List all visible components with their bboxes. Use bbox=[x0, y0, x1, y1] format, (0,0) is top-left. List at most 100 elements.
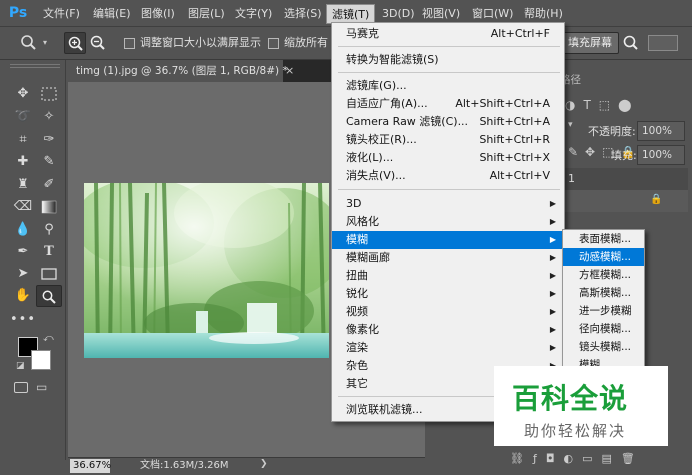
search-icon[interactable] bbox=[620, 32, 642, 54]
submenu-item-surface-blur[interactable]: 表面模糊... bbox=[563, 230, 644, 248]
zoom-all-label: 缩放所有 bbox=[284, 36, 328, 49]
document-tab[interactable]: timg (1).jpg @ 36.7% (图层 1, RGB/8#) * bbox=[68, 60, 288, 82]
background-color-swatch[interactable] bbox=[31, 350, 51, 370]
dodge-tool-icon[interactable]: ⚲ bbox=[36, 220, 62, 240]
photoshop-logo[interactable]: Ps bbox=[6, 4, 30, 23]
menu-item-video[interactable]: 视频 ▶ bbox=[332, 303, 564, 321]
resize-windows-label: 调整窗口大小以满屏显示 bbox=[140, 36, 261, 49]
healing-brush-icon[interactable]: ✚ bbox=[10, 152, 36, 172]
menu-item-stylize[interactable]: 风格化 ▶ bbox=[332, 213, 564, 231]
fill-field[interactable]: 100% bbox=[637, 145, 685, 165]
menu-item-distort[interactable]: 扭曲 ▶ bbox=[332, 267, 564, 285]
menu-separator bbox=[338, 72, 560, 73]
lasso-tool-icon[interactable]: ➰ bbox=[10, 107, 36, 127]
menu-item-3d[interactable]: 3D ▶ bbox=[332, 195, 564, 213]
zoom-level-field[interactable]: 36.67% bbox=[70, 459, 111, 473]
menu-edit[interactable]: 编辑(E) bbox=[88, 0, 136, 27]
workspace-switcher-icon[interactable] bbox=[648, 35, 678, 51]
quick-mask-icon[interactable] bbox=[14, 382, 28, 393]
default-colors-icon[interactable]: ◪ bbox=[16, 361, 25, 371]
submenu-item-motion-blur[interactable]: 动感模糊... bbox=[563, 248, 644, 266]
history-brush-icon[interactable]: ✐ bbox=[36, 175, 62, 195]
watermark-logo: 百科全说 bbox=[512, 382, 629, 415]
menu-type[interactable]: 文字(Y) bbox=[230, 0, 277, 27]
status-bar bbox=[68, 457, 425, 475]
type-tool-icon[interactable]: T bbox=[36, 242, 62, 262]
document-size-info: 文档:1.63M/3.26M bbox=[140, 460, 229, 471]
opacity-label: 不透明度: bbox=[588, 125, 636, 138]
menu-item-filter-gallery[interactable]: 滤镜库(G)... bbox=[332, 77, 564, 95]
menu-item-camera-raw[interactable]: Camera Raw 滤镜(C)... Shift+Ctrl+A bbox=[332, 113, 564, 131]
zoom-tool-preset-icon[interactable] bbox=[18, 32, 40, 54]
submenu-item-lens-blur[interactable]: 镜头模糊... bbox=[563, 338, 644, 356]
menu-item-last-filter[interactable]: 马赛克 Alt+Ctrl+F bbox=[332, 25, 564, 43]
eyedropper-icon[interactable]: ✑ bbox=[36, 130, 62, 150]
rectangle-tool-icon[interactable] bbox=[36, 264, 62, 284]
menu-item-pixelate[interactable]: 像素化 ▶ bbox=[332, 321, 564, 339]
menu-item-adaptive-wide-angle[interactable]: 自适应广角(A)... Alt+Shift+Ctrl+A bbox=[332, 95, 564, 113]
submenu-item-box-blur[interactable]: 方框模糊... bbox=[563, 266, 644, 284]
submenu-arrow-icon: ▶ bbox=[549, 217, 556, 226]
layer-filter-icons[interactable]: ◑T⬚⬤ bbox=[565, 98, 640, 112]
layer-row[interactable] bbox=[562, 168, 688, 190]
layer-panel-footer-icons[interactable]: ⛓ƒ◘◐▭▤🗑 bbox=[510, 452, 644, 465]
pen-tool-icon[interactable]: ✒ bbox=[10, 242, 36, 262]
hand-tool-icon[interactable]: ✋ bbox=[10, 286, 36, 306]
zoom-in-button[interactable] bbox=[64, 32, 86, 54]
menu-layer[interactable]: 图层(L) bbox=[183, 0, 230, 27]
eraser-tool-icon[interactable]: ⌫ bbox=[10, 197, 36, 217]
magic-wand-icon[interactable]: ✧ bbox=[36, 107, 62, 127]
crop-tool-icon[interactable]: ⌗ bbox=[10, 130, 36, 150]
path-selection-icon[interactable]: ➤ bbox=[10, 264, 36, 284]
menu-file[interactable]: 文件(F) bbox=[38, 0, 85, 27]
submenu-item-radial-blur[interactable]: 径向模糊... bbox=[563, 320, 644, 338]
submenu-arrow-icon: ▶ bbox=[549, 307, 556, 316]
fill-label: 填充: bbox=[611, 149, 637, 162]
watermark-subtitle: 助你轻松解决 bbox=[524, 422, 627, 440]
submenu-arrow-icon: ▶ bbox=[549, 199, 556, 208]
move-tool-icon[interactable]: ✥ bbox=[10, 84, 36, 104]
opacity-field[interactable]: 100% bbox=[637, 121, 685, 141]
preset-dropdown-icon[interactable]: ▾ bbox=[43, 38, 47, 47]
blend-mode-dropdown-icon[interactable]: ▾ bbox=[568, 120, 573, 130]
brush-tool-icon[interactable]: ✎ bbox=[36, 152, 62, 172]
edit-toolbar-icon[interactable]: ••• bbox=[10, 310, 36, 330]
zoom-all-checkbox[interactable] bbox=[268, 38, 279, 49]
background-layer-row[interactable] bbox=[562, 190, 688, 212]
zoom-out-button[interactable] bbox=[87, 32, 109, 54]
menu-filter[interactable]: 滤镜(T) bbox=[326, 4, 376, 24]
swap-colors-icon[interactable]: ⤺ bbox=[43, 333, 54, 344]
menu-item-lens-correction[interactable]: 镜头校正(R)... Shift+Ctrl+R bbox=[332, 131, 564, 149]
menu-image[interactable]: 图像(I) bbox=[136, 0, 180, 27]
forest-waterfall-photo[interactable] bbox=[84, 183, 329, 358]
gradient-tool-icon[interactable] bbox=[36, 197, 62, 217]
submenu-arrow-icon: ▶ bbox=[549, 343, 556, 352]
menu-item-liquify[interactable]: 液化(L)... Shift+Ctrl+X bbox=[332, 149, 564, 167]
status-menu-arrow-icon[interactable]: ❯ bbox=[260, 459, 268, 469]
menu-item-convert-smart-filter[interactable]: 转换为智能滤镜(S) bbox=[332, 51, 564, 69]
submenu-arrow-icon: ▶ bbox=[549, 289, 556, 298]
clone-stamp-icon[interactable]: ♜ bbox=[10, 175, 36, 195]
menu-item-blur[interactable]: 模糊 ▶ bbox=[332, 231, 564, 249]
blur-tool-icon[interactable]: 💧 bbox=[10, 220, 36, 240]
menu-item-render[interactable]: 渲染 ▶ bbox=[332, 339, 564, 357]
menu-select[interactable]: 选择(S) bbox=[279, 0, 327, 27]
menu-item-blur-gallery[interactable]: 模糊画廊 ▶ bbox=[332, 249, 564, 267]
close-tab-icon[interactable]: × bbox=[285, 60, 299, 82]
menu-item-vanishing-point[interactable]: 消失点(V)... Alt+Ctrl+V bbox=[332, 167, 564, 185]
marquee-tool-icon[interactable] bbox=[36, 84, 62, 104]
submenu-arrow-icon: ▶ bbox=[549, 253, 556, 262]
resize-windows-checkbox[interactable] bbox=[124, 38, 135, 49]
submenu-arrow-icon: ▶ bbox=[549, 271, 556, 280]
zoom-tool-icon[interactable] bbox=[36, 285, 62, 307]
toolbar-grip[interactable] bbox=[10, 64, 60, 68]
menu-separator bbox=[338, 46, 560, 47]
menu-separator bbox=[338, 189, 560, 190]
fill-screen-button[interactable]: 填充屏幕 bbox=[561, 32, 619, 54]
layer-name: 1 bbox=[568, 172, 575, 185]
submenu-item-gaussian-blur[interactable]: 高斯模糊... bbox=[563, 284, 644, 302]
submenu-item-blur-more[interactable]: 进一步模糊 bbox=[563, 302, 644, 320]
screen-mode-icon[interactable]: ▭ bbox=[36, 380, 47, 394]
submenu-arrow-icon: ▶ bbox=[549, 235, 556, 244]
menu-item-sharpen[interactable]: 锐化 ▶ bbox=[332, 285, 564, 303]
